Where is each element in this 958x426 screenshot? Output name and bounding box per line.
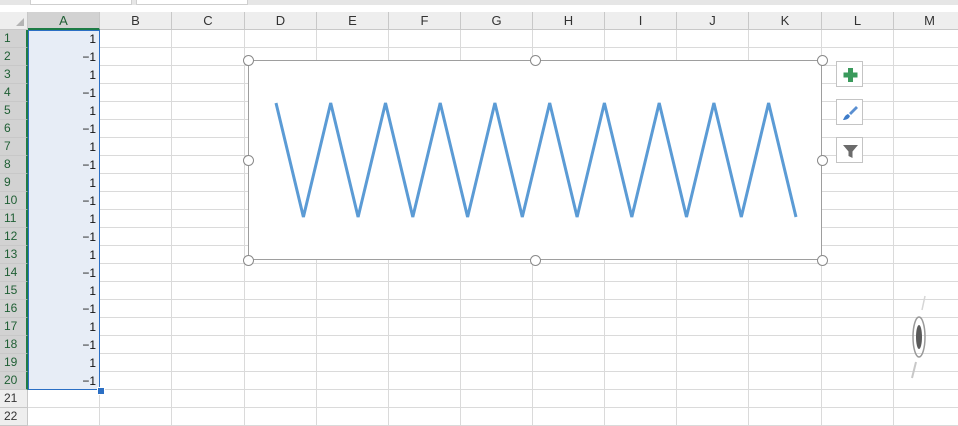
- resize-handle-top-left[interactable]: [243, 55, 254, 66]
- column-header-a[interactable]: A: [28, 12, 100, 30]
- gridline-horizontal: [28, 407, 958, 408]
- cell-a7[interactable]: 1: [30, 138, 96, 156]
- column-header-b[interactable]: B: [100, 12, 172, 30]
- cell-a12[interactable]: −1: [30, 228, 96, 246]
- row-header-14[interactable]: 14: [0, 264, 28, 282]
- row-header-13[interactable]: 13: [0, 246, 28, 264]
- column-header-k[interactable]: K: [749, 12, 822, 30]
- cell-a19[interactable]: 1: [30, 354, 96, 372]
- cell-a18[interactable]: −1: [30, 336, 96, 354]
- gridline-vertical: [893, 30, 894, 426]
- row-header-8[interactable]: 8: [0, 156, 28, 174]
- column-header-i[interactable]: I: [605, 12, 677, 30]
- line-chart[interactable]: [248, 60, 822, 260]
- row-header-17[interactable]: 17: [0, 318, 28, 336]
- row-header-18[interactable]: 18: [0, 336, 28, 354]
- resize-handle-right[interactable]: [817, 155, 828, 166]
- cell-a17[interactable]: 1: [30, 318, 96, 336]
- funnel-icon: [843, 145, 858, 158]
- resize-handle-bottom[interactable]: [530, 255, 541, 266]
- series-line-0[interactable]: [274, 102, 798, 218]
- row-header-16[interactable]: 16: [0, 300, 28, 318]
- gridline-horizontal: [28, 299, 958, 300]
- spreadsheet: ABCDEFGHIJKLM 1 2 3 4 5 6 7 8 9 10 11 12 13 14 15 16 17 1…: [0, 0, 958, 426]
- row-header-1[interactable]: 1: [0, 30, 28, 48]
- cell-a6[interactable]: −1: [30, 120, 96, 138]
- select-all-button[interactable]: [0, 12, 28, 30]
- cell-a10[interactable]: −1: [30, 192, 96, 210]
- cell-a13[interactable]: 1: [30, 246, 96, 264]
- busy-cursor-icon: [911, 295, 926, 379]
- row-header-22[interactable]: 22: [0, 408, 28, 426]
- resize-handle-left[interactable]: [243, 155, 254, 166]
- gridline-horizontal: [28, 353, 958, 354]
- row-header-3[interactable]: 3: [0, 66, 28, 84]
- row-header-6[interactable]: 6: [0, 120, 28, 138]
- row-header-12[interactable]: 12: [0, 228, 28, 246]
- cell-a15[interactable]: 1: [30, 282, 96, 300]
- gridline-horizontal: [28, 335, 958, 336]
- row-header-10[interactable]: 10: [0, 192, 28, 210]
- gridline-vertical: [244, 30, 245, 426]
- cell-a14[interactable]: −1: [30, 264, 96, 282]
- column-header-g[interactable]: G: [461, 12, 533, 30]
- cell-a2[interactable]: −1: [30, 48, 96, 66]
- row-header-2[interactable]: 2: [0, 48, 28, 66]
- gridline-horizontal: [28, 317, 958, 318]
- gridline-horizontal: [28, 389, 958, 390]
- column-header-l[interactable]: L: [822, 12, 894, 30]
- row-header-20[interactable]: 20: [0, 372, 28, 390]
- column-header-j[interactable]: J: [677, 12, 749, 30]
- row-header-15[interactable]: 15: [0, 282, 28, 300]
- ribbon-tab[interactable]: [136, 0, 248, 5]
- gridline-horizontal: [28, 281, 958, 282]
- row-header-9[interactable]: 9: [0, 174, 28, 192]
- row-header-7[interactable]: 7: [0, 138, 28, 156]
- resize-handle-top-right[interactable]: [817, 55, 828, 66]
- ribbon-edge: [0, 0, 958, 5]
- fill-handle[interactable]: [97, 387, 105, 395]
- cell-a3[interactable]: 1: [30, 66, 96, 84]
- paintbrush-icon: [843, 106, 858, 120]
- row-header-4[interactable]: 4: [0, 84, 28, 102]
- column-header-m[interactable]: M: [894, 12, 958, 30]
- cell-a11[interactable]: 1: [30, 210, 96, 228]
- ribbon-tab[interactable]: [30, 0, 132, 5]
- resize-handle-bottom-right[interactable]: [817, 255, 828, 266]
- row-header-5[interactable]: 5: [0, 102, 28, 120]
- chart-styles-button[interactable]: [836, 99, 863, 125]
- cell-a5[interactable]: 1: [30, 102, 96, 120]
- row-header-11[interactable]: 11: [0, 210, 28, 228]
- chart-filters-button[interactable]: [836, 137, 863, 163]
- cell-a8[interactable]: −1: [30, 156, 96, 174]
- cell-a4[interactable]: −1: [30, 84, 96, 102]
- cell-a9[interactable]: 1: [30, 174, 96, 192]
- column-header-e[interactable]: E: [317, 12, 389, 30]
- gridline-horizontal: [28, 47, 958, 48]
- chart-plot-area: [274, 102, 798, 218]
- cell-a1[interactable]: 1: [30, 30, 96, 48]
- row-header-19[interactable]: 19: [0, 354, 28, 372]
- resize-handle-top[interactable]: [530, 55, 541, 66]
- plus-icon: [843, 68, 858, 82]
- column-header-h[interactable]: H: [533, 12, 605, 30]
- gridline-vertical: [171, 30, 172, 426]
- select-all-triangle-icon: [16, 18, 24, 26]
- gridline-horizontal: [28, 371, 958, 372]
- column-header-f[interactable]: F: [389, 12, 461, 30]
- column-header-d[interactable]: D: [245, 12, 317, 30]
- resize-handle-bottom-left[interactable]: [243, 255, 254, 266]
- column-header-c[interactable]: C: [172, 12, 245, 30]
- row-header-21[interactable]: 21: [0, 390, 28, 408]
- cell-a20[interactable]: −1: [30, 372, 96, 390]
- chart-elements-button[interactable]: [836, 61, 863, 87]
- cell-a16[interactable]: −1: [30, 300, 96, 318]
